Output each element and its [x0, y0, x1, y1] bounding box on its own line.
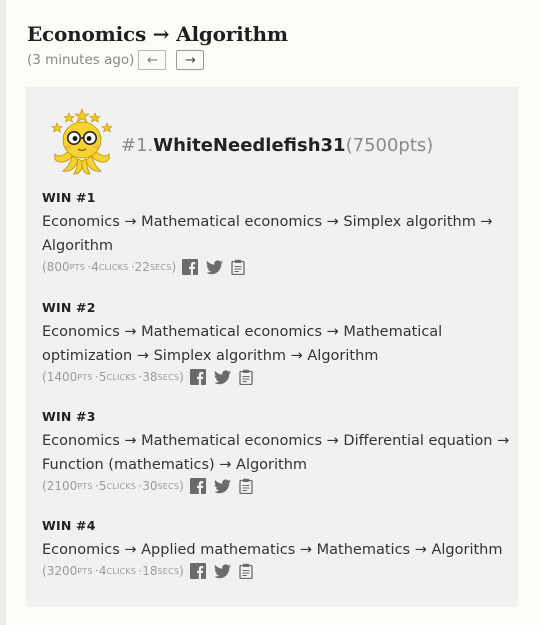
player-name[interactable]: WhiteNeedlefish31 — [153, 135, 345, 156]
share-icons — [189, 369, 261, 385]
facebook-icon[interactable] — [189, 369, 206, 385]
page-title: Economics → Algorithm — [27, 22, 288, 46]
twitter-icon[interactable] — [213, 369, 231, 385]
win-seconds: 18 — [142, 564, 158, 578]
points-unit: PTS — [77, 566, 93, 576]
previous-button[interactable]: ← — [138, 50, 167, 70]
win-seconds: 30 — [142, 479, 158, 493]
time-ago: (3 minutes ago) — [27, 52, 135, 68]
win-stats: (800 PTS · 4 CLICKS · 22 SECS) — [42, 259, 512, 275]
win-clicks: 5 — [98, 370, 107, 384]
win-clicks: 5 — [98, 479, 107, 493]
win-label: WIN #2 — [42, 300, 96, 315]
win-label: WIN #4 — [42, 518, 96, 533]
win-path: Economics → Mathematical economics → Mat… — [42, 324, 443, 364]
win-path: Economics → Applied mathematics → Mathem… — [42, 542, 503, 558]
clicks-unit: CLICKS — [106, 566, 137, 576]
win-path: Economics → Mathematical economics → Dif… — [42, 433, 510, 473]
seconds-unit: SECS — [157, 566, 180, 576]
win-points: 2100 — [46, 479, 78, 493]
points-unit: PTS — [77, 372, 93, 382]
share-icons — [189, 478, 261, 494]
points-unit: PTS — [69, 262, 85, 272]
twitter-icon[interactable] — [213, 478, 231, 494]
player-summary: #1.WhiteNeedlefish31(7500pts) — [121, 135, 433, 156]
clipboard-icon[interactable] — [231, 259, 245, 275]
clicks-unit: CLICKS — [106, 372, 137, 382]
win-stats: (1400 PTS · 5 CLICKS · 38 SECS) — [42, 369, 512, 385]
win-item: WIN #4 Economics → Applied mathematics →… — [42, 518, 512, 579]
win-stats: (3200 PTS · 4 CLICKS · 18 SECS) — [42, 563, 512, 579]
win-label: WIN #1 — [42, 190, 96, 205]
stats-close: ) — [179, 479, 184, 493]
stats-close: ) — [171, 260, 177, 274]
player-rank: #1. — [121, 134, 154, 156]
win-seconds: 22 — [134, 260, 150, 274]
clipboard-icon[interactable] — [239, 478, 253, 494]
clipboard-icon[interactable] — [239, 369, 253, 385]
win-clicks: 4 — [91, 260, 99, 274]
facebook-icon[interactable] — [182, 259, 199, 275]
seconds-unit: SECS — [149, 262, 172, 272]
twitter-icon[interactable] — [213, 563, 231, 579]
facebook-icon[interactable] — [189, 563, 206, 579]
win-path: Economics → Mathematical economics → Sim… — [42, 214, 493, 254]
win-label: WIN #3 — [42, 409, 96, 424]
stats-close: ) — [179, 564, 184, 578]
seconds-unit: SECS — [157, 481, 180, 491]
octopus-avatar-icon — [51, 108, 113, 175]
leaderboard-panel: #1.WhiteNeedlefish31(7500pts) WIN #1 Eco… — [26, 87, 518, 607]
win-item: WIN #1 Economics → Mathematical economic… — [42, 190, 512, 275]
win-item: WIN #3 Economics → Mathematical economic… — [42, 409, 512, 494]
stats-close: ) — [179, 370, 184, 384]
clipboard-icon[interactable] — [239, 563, 253, 579]
game-meta-row: (3 minutes ago) ← → — [27, 50, 214, 70]
page-edge — [0, 0, 6, 625]
win-stats: (2100 PTS · 5 CLICKS · 30 SECS) — [42, 478, 512, 494]
win-clicks: 4 — [98, 564, 107, 578]
win-item: WIN #2 Economics → Mathematical economic… — [42, 300, 512, 385]
win-points: 800 — [46, 260, 70, 274]
player-header: #1.WhiteNeedlefish31(7500pts) — [47, 107, 433, 177]
points-unit: PTS — [77, 481, 93, 491]
clicks-unit: CLICKS — [106, 481, 137, 491]
player-points: (7500pts) — [345, 134, 434, 156]
seconds-unit: SECS — [157, 372, 180, 382]
share-icons — [189, 563, 261, 579]
share-icons — [182, 259, 253, 275]
win-points: 3200 — [46, 564, 78, 578]
win-seconds: 38 — [142, 370, 158, 384]
win-points: 1400 — [46, 370, 78, 384]
twitter-icon[interactable] — [206, 259, 224, 275]
facebook-icon[interactable] — [189, 478, 206, 494]
next-button[interactable]: → — [176, 50, 205, 70]
clicks-unit: CLICKS — [98, 262, 129, 272]
